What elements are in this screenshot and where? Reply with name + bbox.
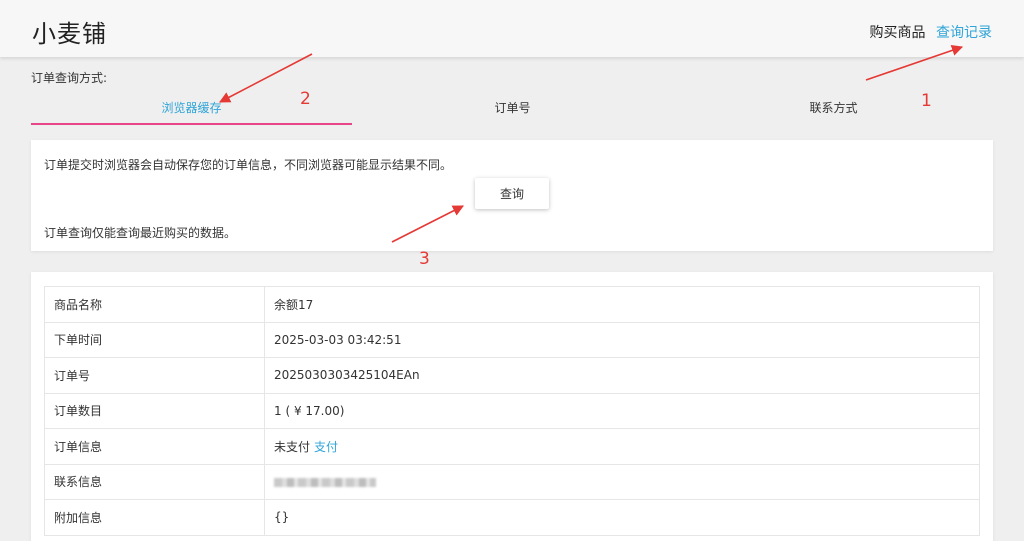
tab-contact[interactable]: 联系方式 [673, 99, 994, 116]
top-nav: 购买商品 查询记录 [864, 22, 992, 42]
order-quantity-key: 订单数目 [44, 392, 265, 429]
contact-info-value [264, 463, 980, 500]
contact-info-key: 联系信息 [44, 463, 265, 500]
table-row: 订单号 2025030303425104EAn [44, 357, 980, 394]
pay-link[interactable]: 支付 [314, 440, 338, 454]
table-row: 联系信息 [44, 463, 980, 500]
order-time-key: 下单时间 [44, 321, 265, 358]
tab-order-number[interactable]: 订单号 [352, 99, 673, 116]
table-row: 商品名称 余额17 [44, 286, 980, 323]
annotation-number-2: 2 [300, 89, 311, 109]
redacted-contact [274, 477, 376, 487]
order-quantity-value: 1 ( ¥ 17.00) [264, 392, 980, 429]
active-tab-indicator [31, 123, 352, 125]
query-records-link[interactable]: 查询记录 [936, 25, 992, 41]
product-name-key: 商品名称 [44, 286, 265, 323]
table-row: 订单数目 1 ( ¥ 17.00) [44, 392, 980, 429]
query-button[interactable]: 查询 [475, 178, 549, 209]
order-info-cell: 未支付 支付 [264, 428, 980, 465]
payment-status: 未支付 [274, 439, 311, 454]
table-row: 附加信息 {} [44, 499, 980, 536]
annotation-number-3: 3 [419, 249, 430, 269]
arrow-2 [219, 53, 313, 103]
order-detail-card: 商品名称 余额17 下单时间 2025-03-03 03:42:51 订单号 2… [31, 272, 993, 541]
extra-info-key: 附加信息 [44, 499, 265, 536]
product-name-value: 余额17 [264, 286, 980, 323]
browser-cache-panel: 订单提交时浏览器会自动保存您的订单信息，不同浏览器可能显示结果不同。 查询 订单… [31, 140, 993, 251]
table-row: 订单信息 未支付 支付 [44, 428, 980, 465]
table-row: 下单时间 2025-03-03 03:42:51 [44, 321, 980, 358]
site-brand[interactable]: 小麦铺 [32, 14, 107, 49]
order-info-key: 订单信息 [44, 428, 265, 465]
order-detail-table: 商品名称 余额17 下单时间 2025-03-03 03:42:51 订单号 2… [44, 286, 980, 536]
annotation-number-1: 1 [921, 91, 932, 111]
order-number-value: 2025030303425104EAn [264, 357, 980, 394]
order-number-key: 订单号 [44, 357, 265, 394]
buy-products-link[interactable]: 购买商品 [870, 25, 926, 41]
order-time-value: 2025-03-03 03:42:51 [264, 321, 980, 358]
cache-info-text: 订单提交时浏览器会自动保存您的订单信息，不同浏览器可能显示结果不同。 [44, 158, 453, 172]
extra-info-value: {} [264, 499, 980, 536]
top-bar: 小麦铺 购买商品 查询记录 [0, 0, 1024, 57]
query-method-label: 订单查询方式: [31, 71, 108, 85]
cache-limit-text: 订单查询仅能查询最近购买的数据。 [44, 226, 237, 240]
